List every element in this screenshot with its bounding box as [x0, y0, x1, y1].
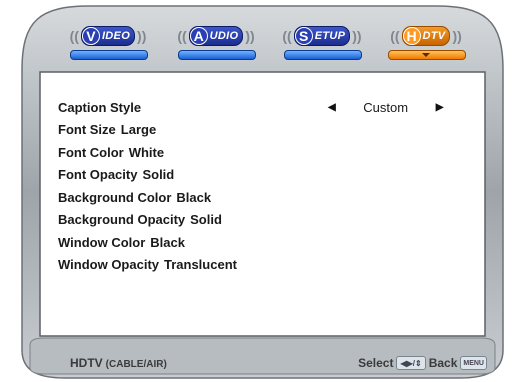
footer-bar: HDTV (CABLE/AIR) Select ◀▶/⇕ Back MENU — [40, 352, 490, 374]
tab-indicator — [284, 50, 362, 60]
tab-label: DTV — [422, 30, 446, 42]
hdtv-osd-window: (( V IDEO )) (( A UDIO )) (( S ETUP )) (… — [0, 0, 525, 382]
menu-row-font-color[interactable]: Font Color White — [58, 141, 488, 164]
tab-letter-s: S — [294, 27, 313, 45]
caption-settings-menu: Caption Style ◀ Custom ▶ Font Size Large … — [58, 96, 488, 276]
tab-indicator-active — [388, 50, 466, 60]
tab-video[interactable]: (( V IDEO )) — [60, 24, 156, 64]
menu-item-label: Window Opacity — [58, 257, 159, 273]
menu-item-label: Font Color — [58, 144, 124, 160]
tab-label: UDIO — [209, 30, 239, 42]
tab-letter-a: A — [189, 27, 208, 45]
tab-indicator — [70, 50, 148, 60]
tab-setup[interactable]: (( S ETUP )) — [274, 24, 370, 64]
tab-bracket-left: (( — [390, 28, 400, 44]
tab-bracket-left: (( — [69, 28, 79, 44]
tab-bracket-right: )) — [352, 28, 362, 44]
menu-item-label: Background Opacity — [58, 212, 186, 228]
tab-audio[interactable]: (( A UDIO )) — [168, 24, 264, 64]
menu-item-value: Black — [150, 234, 185, 250]
caption-style-label: Caption Style — [58, 99, 142, 115]
menu-key-icon: MENU — [460, 356, 487, 370]
caption-style-selector[interactable]: ◀ Custom ▶ — [328, 96, 443, 119]
tab-bracket-left: (( — [282, 28, 292, 44]
right-arrow-icon[interactable]: ▶ — [436, 102, 444, 113]
menu-item-value: Solid — [190, 212, 222, 228]
input-source-sub: (CABLE/AIR) — [105, 359, 167, 370]
menu-row-caption-style[interactable]: Caption Style ◀ Custom ▶ — [58, 96, 488, 119]
tab-label: IDEO — [101, 30, 131, 42]
menu-item-value: Solid — [142, 167, 175, 183]
menu-row-window-opacity[interactable]: Window Opacity Translucent — [58, 254, 488, 277]
menu-item-label: Font Opacity — [58, 167, 138, 183]
menu-item-label: Font Size — [58, 122, 116, 138]
menu-item-label: Window Color — [58, 234, 146, 250]
tab-bar: (( V IDEO )) (( A UDIO )) (( S ETUP )) (… — [60, 24, 480, 66]
left-arrow-icon[interactable]: ◀ — [328, 102, 336, 113]
menu-row-font-size[interactable]: Font Size Large — [58, 119, 488, 142]
tab-bracket-right: )) — [137, 28, 147, 44]
tab-bracket-left: (( — [177, 28, 187, 44]
menu-item-label: Background Color — [58, 189, 172, 205]
tab-hdtv[interactable]: (( H DTV )) — [378, 24, 474, 64]
back-hint-label: Back — [428, 356, 458, 370]
tab-bracket-right: )) — [245, 28, 255, 44]
input-source-main: HDTV — [70, 356, 103, 370]
tab-letter-h: H — [402, 27, 421, 45]
select-hint-label: Select — [358, 356, 394, 370]
tab-label: ETUP — [314, 30, 346, 42]
menu-row-window-color[interactable]: Window Color Black — [58, 231, 488, 254]
caption-style-value: Custom — [363, 99, 409, 115]
menu-item-value: White — [128, 144, 165, 160]
menu-item-value: Translucent — [164, 257, 237, 273]
tab-letter-v: V — [81, 27, 100, 45]
menu-row-background-opacity[interactable]: Background Opacity Solid — [58, 209, 488, 232]
input-source: HDTV (CABLE/AIR) — [70, 356, 167, 370]
tab-indicator — [178, 50, 256, 60]
menu-row-font-opacity[interactable]: Font Opacity Solid — [58, 164, 488, 187]
menu-item-value: Black — [176, 189, 212, 205]
select-keys-icon: ◀▶/⇕ — [396, 356, 426, 370]
tab-bracket-right: )) — [452, 28, 462, 44]
menu-row-background-color[interactable]: Background Color Black — [58, 186, 488, 209]
menu-item-value: Large — [120, 122, 157, 138]
